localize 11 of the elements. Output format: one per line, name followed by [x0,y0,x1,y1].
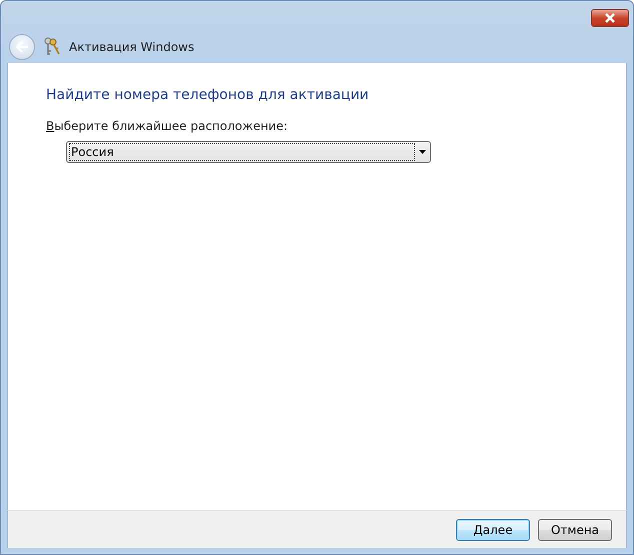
dialog-button[interactable]: Отмена [538,518,612,540]
dropdown-arrow-icon [419,150,426,154]
keys-icon [43,37,61,57]
back-arrow-icon [15,41,29,53]
page-heading: Найдите номера телефонов для активации [46,87,370,103]
location-label: Выберите ближайшее расположение: [46,119,289,133]
window-title: Активация Windows [69,40,194,54]
location-dropdown[interactable]: Россия [66,141,431,163]
close-icon [604,13,616,23]
dialog-button[interactable]: Далее [456,518,530,540]
close-button[interactable] [591,9,629,27]
